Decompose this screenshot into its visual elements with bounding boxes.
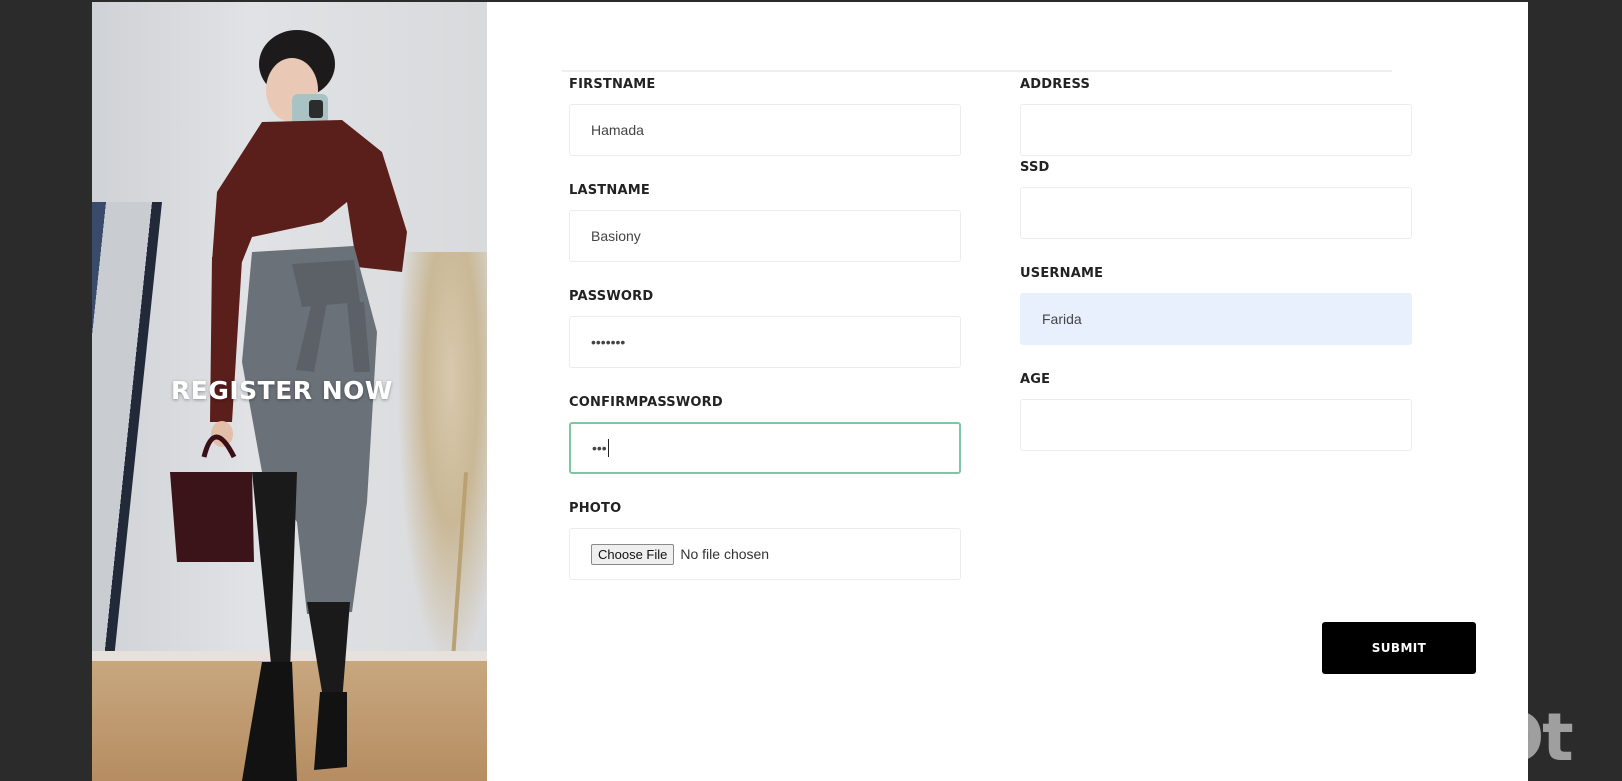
username-label: USERNAME xyxy=(1020,266,1104,281)
username-input[interactable]: Farida xyxy=(1020,293,1412,345)
address-input[interactable] xyxy=(1020,104,1412,156)
registration-form: FIRSTNAME Hamada LASTNAME Basiony PASSWO… xyxy=(487,2,1528,781)
confirmpassword-label: CONFIRMPASSWORD xyxy=(569,395,723,410)
page-frame: REGISTER NOW FIRSTNAME Hamada LASTNAME B… xyxy=(92,2,1528,781)
username-value: Farida xyxy=(1042,311,1082,327)
inshot-watermark: InShOt xyxy=(1330,699,1574,776)
lastname-label: LASTNAME xyxy=(569,183,650,198)
firstname-input[interactable]: Hamada xyxy=(569,104,961,156)
photo-file-input[interactable]: Choose File No file chosen xyxy=(569,528,961,580)
password-label: PASSWORD xyxy=(569,289,654,304)
firstname-label: FIRSTNAME xyxy=(569,77,656,92)
register-now-heading: REGISTER NOW xyxy=(171,376,393,405)
confirmpassword-input[interactable]: ••• xyxy=(569,422,961,474)
confirmpassword-value: ••• xyxy=(592,440,607,456)
age-input[interactable] xyxy=(1020,399,1412,451)
ssd-input[interactable] xyxy=(1020,187,1412,239)
choose-file-button[interactable]: Choose File xyxy=(591,543,675,565)
hero-photo: REGISTER NOW xyxy=(92,2,487,781)
ssd-label: SSD xyxy=(1020,160,1050,175)
submit-button[interactable]: SUBMIT xyxy=(1322,622,1476,674)
firstname-value: Hamada xyxy=(591,122,644,138)
text-caret xyxy=(607,439,609,457)
lastname-input[interactable]: Basiony xyxy=(569,210,961,262)
form-divider xyxy=(562,70,1392,72)
age-label: AGE xyxy=(1020,372,1051,387)
password-value: ••••••• xyxy=(591,334,626,350)
lastname-value: Basiony xyxy=(591,228,641,244)
file-status-text: No file chosen xyxy=(680,546,770,562)
password-input[interactable]: ••••••• xyxy=(569,316,961,368)
address-label: ADDRESS xyxy=(1020,77,1091,92)
photo-label: PHOTO xyxy=(569,501,622,516)
